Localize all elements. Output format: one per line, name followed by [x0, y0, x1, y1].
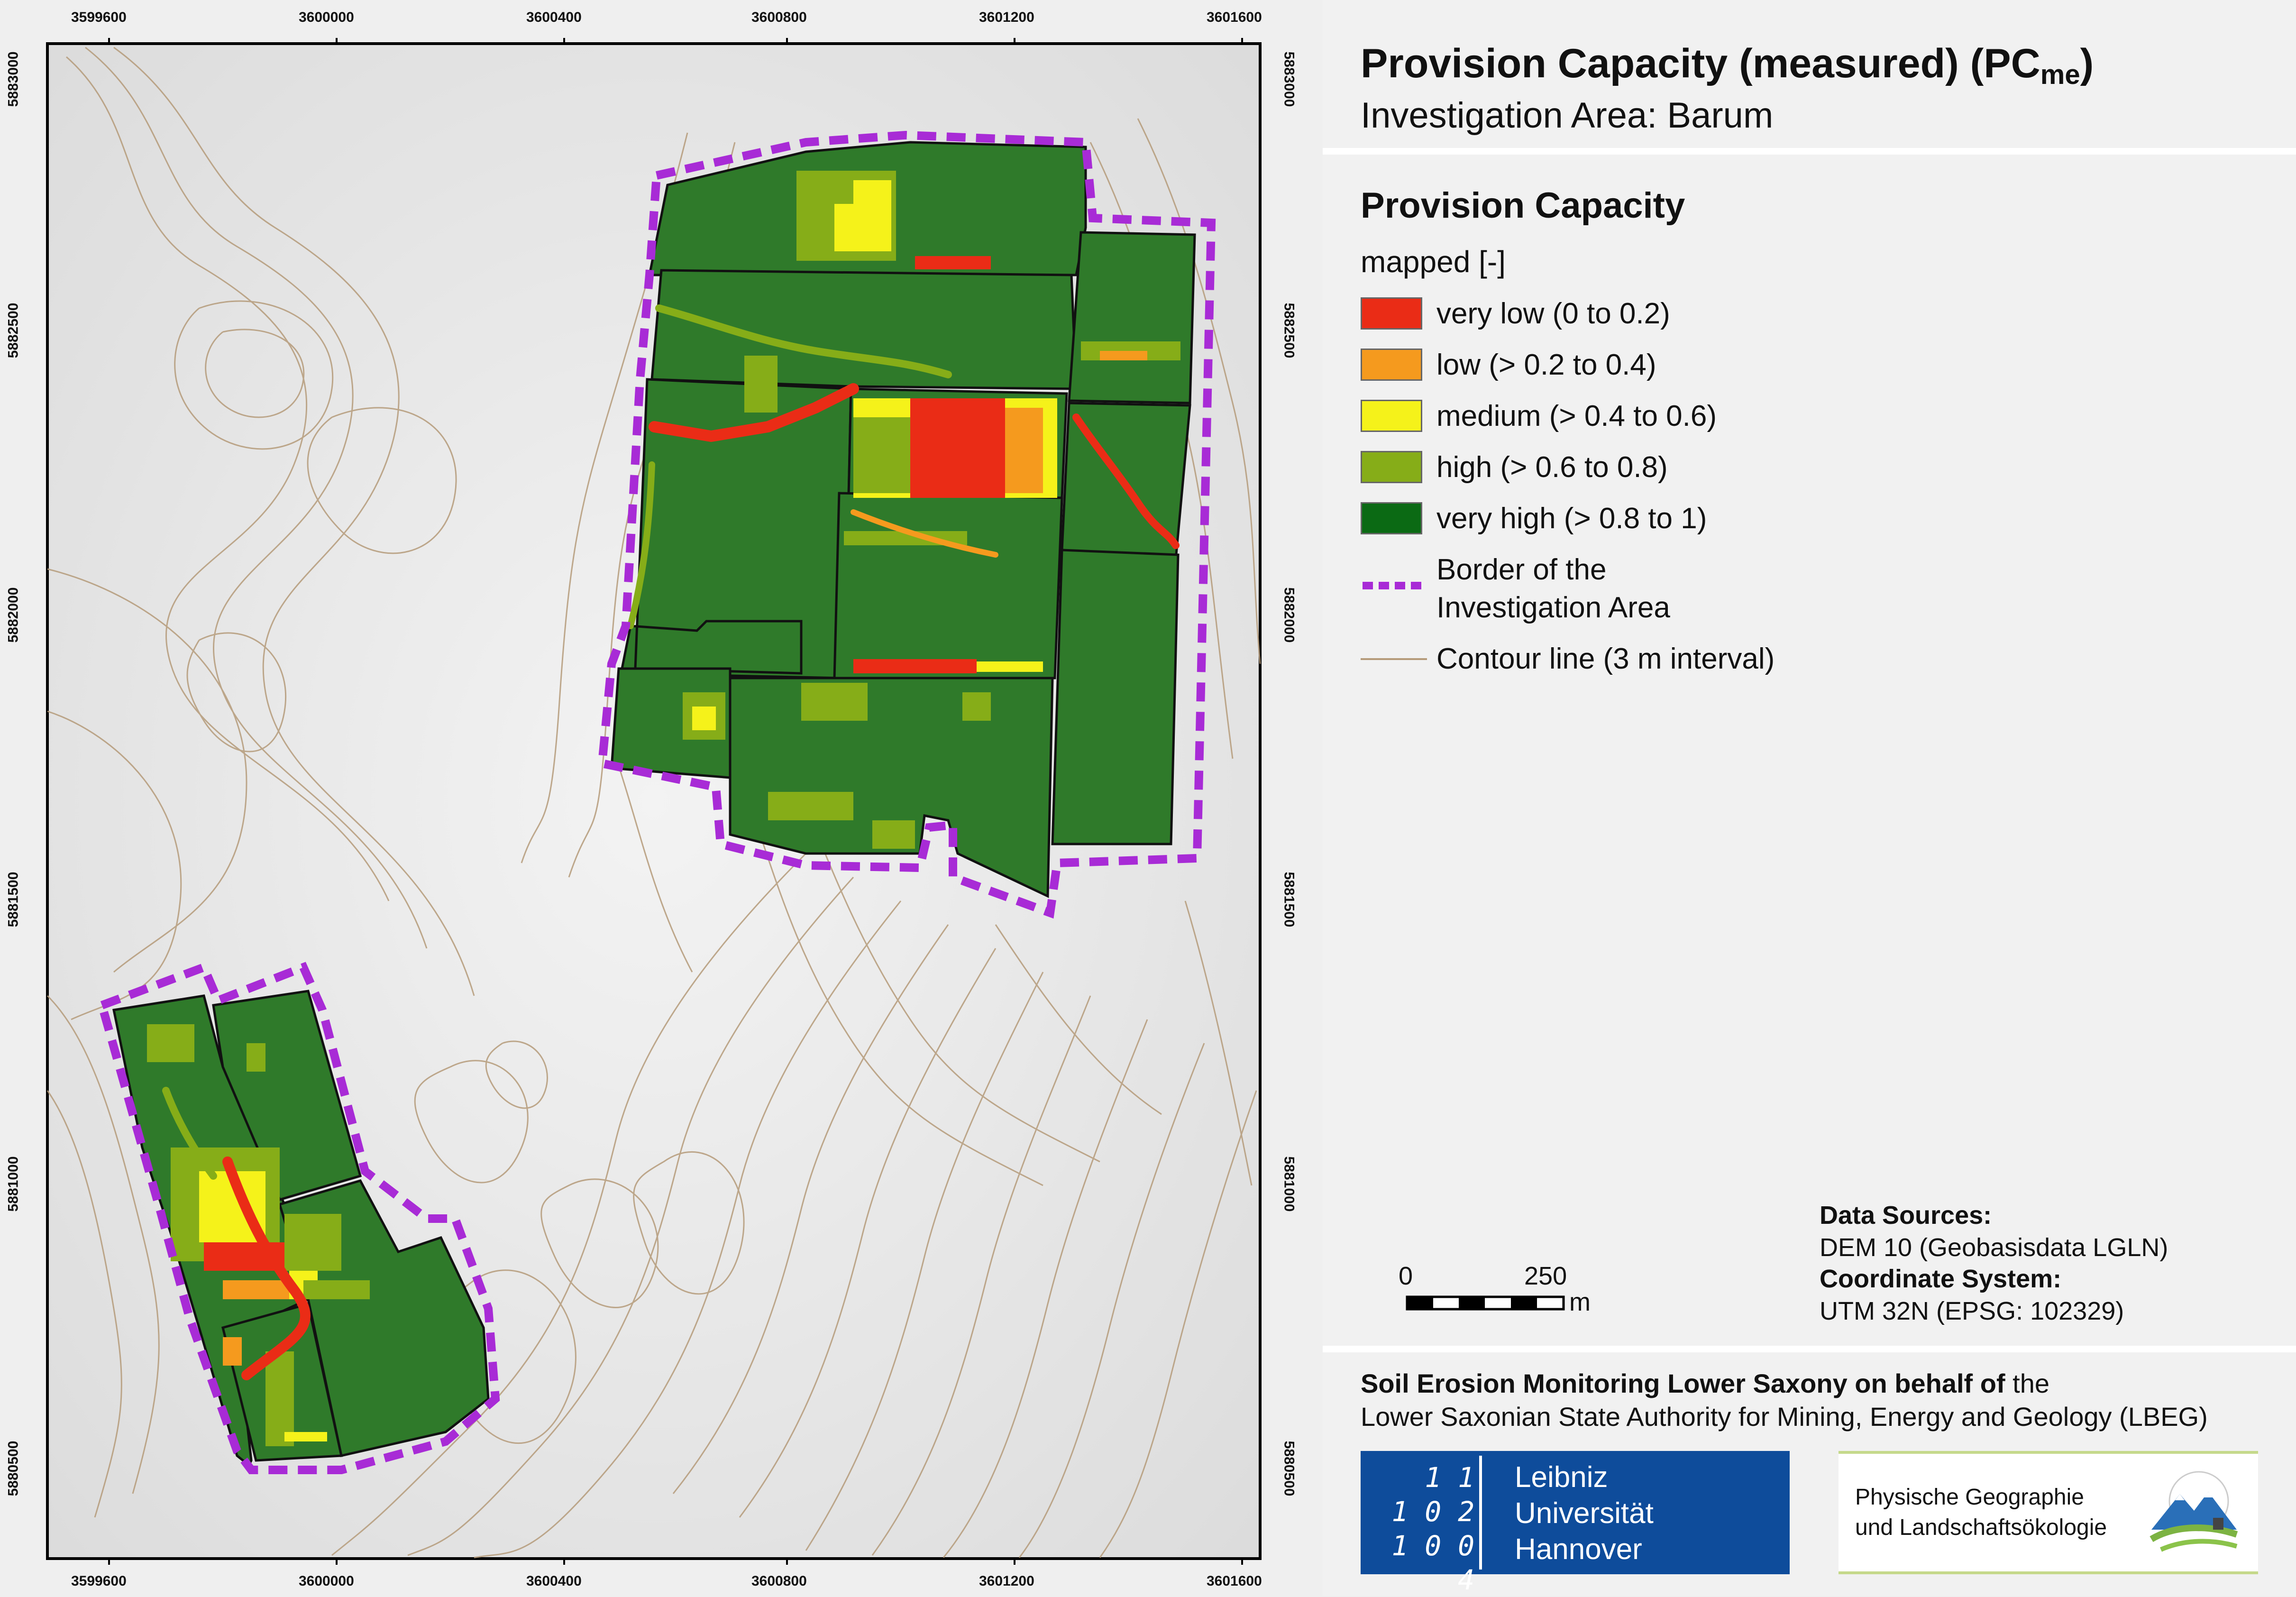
- legend-heading: Provision Capacity: [1361, 185, 1685, 226]
- legend-very-low: very low (0 to 0.2): [1436, 297, 1670, 330]
- swatch-very-low: [1361, 297, 1422, 330]
- luh-text-line: Leibniz: [1515, 1461, 1608, 1494]
- panel-divider: [1323, 1346, 2296, 1352]
- x-tick: 3600000: [299, 1573, 354, 1589]
- legend-subheading: mapped [-]: [1361, 245, 1506, 279]
- luh-mark-row: 1 1: [1425, 1461, 1474, 1494]
- credit-bold: Soil Erosion Monitoring Lower Saxony on …: [1361, 1368, 2005, 1398]
- x-tick: 3600400: [526, 1573, 582, 1589]
- credit-line-1: Soil Erosion Monitoring Lower Saxony on …: [1361, 1368, 2049, 1399]
- title-close: ): [2080, 41, 2094, 86]
- legend-low: low (> 0.2 to 0.4): [1436, 349, 1656, 381]
- data-sources-heading: Data Sources:: [1820, 1201, 1992, 1230]
- credit-rest: the: [2005, 1368, 2049, 1398]
- field-parcel: [650, 269, 1078, 390]
- y-tick: 5881000: [5, 1156, 21, 1212]
- luh-mark: 1 1 1 0 2 1 0 0 4: [1370, 1460, 1474, 1596]
- contour-symbol: [1361, 658, 1427, 660]
- swatch-low: [1361, 349, 1422, 381]
- y-tick: 5881500: [1281, 872, 1297, 927]
- x-tick: 3601200: [979, 9, 1034, 25]
- map-view[interactable]: [0, 0, 1318, 1596]
- data-sources-value: DEM 10 (Geobasisdata LGLN): [1820, 1233, 2168, 1262]
- y-tick: 5882000: [1281, 587, 1297, 643]
- y-tick: 5880500: [5, 1441, 21, 1496]
- credit-line-2: Lower Saxonian State Authority for Minin…: [1361, 1402, 2208, 1432]
- page-title: Provision Capacity (measured) (PCme): [1361, 40, 2094, 91]
- y-tick: 5882000: [5, 587, 21, 643]
- legend-very-high: very high (> 0.8 to 1): [1436, 502, 1707, 535]
- title-main: Provision Capacity (measured) (PC: [1361, 41, 2040, 86]
- scale-max: 250: [1524, 1262, 1567, 1290]
- scale-unit: m: [1569, 1288, 1591, 1316]
- x-tick: 3600000: [299, 9, 354, 25]
- x-tick: 3599600: [71, 9, 127, 25]
- title-subscript: me: [2040, 59, 2080, 90]
- y-tick: 5882500: [1281, 303, 1297, 358]
- legend-contour: Contour line (3 m interval): [1436, 642, 1775, 675]
- luh-text: Leibniz Universität Hannover: [1515, 1459, 1654, 1568]
- panel-divider: [1323, 148, 2296, 155]
- swatch-very-high: [1361, 502, 1422, 534]
- luh-mark-row: 1 0 2: [1391, 1496, 1474, 1528]
- field-parcel: [1051, 549, 1180, 845]
- legend-medium: medium (> 0.4 to 0.6): [1436, 400, 1717, 432]
- legend-panel: [1323, 0, 2296, 1596]
- pg-text: Physische Geographie und Landschaftsökol…: [1855, 1482, 2107, 1543]
- legend-border-1: Border of the: [1436, 553, 1607, 586]
- x-tick: 3600400: [526, 9, 582, 25]
- pg-text-line: und Landschaftsökologie: [1855, 1515, 2107, 1540]
- luh-logo: 1 1 1 0 2 1 0 0 4 Leibniz Universität Ha…: [1361, 1451, 1790, 1596]
- pg-logo: Physische Geographie und Landschaftsökol…: [1839, 1451, 2258, 1574]
- border-symbol: [1363, 582, 1425, 589]
- scale-bar-graphic: [1406, 1295, 1565, 1311]
- y-tick: 5881000: [1281, 1156, 1297, 1212]
- luh-mark-row: 1 0 0 4: [1391, 1530, 1474, 1596]
- y-tick: 5883000: [5, 51, 21, 107]
- x-tick: 3601600: [1207, 1573, 1262, 1589]
- field-parcel: [1068, 231, 1196, 404]
- y-tick: 5883000: [1281, 51, 1297, 107]
- x-tick: 3601600: [1207, 9, 1262, 25]
- y-tick: 5881500: [5, 872, 21, 927]
- luh-text-line: Hannover: [1515, 1533, 1642, 1566]
- luh-divider: [1479, 1456, 1482, 1569]
- crs-heading: Coordinate System:: [1820, 1265, 2062, 1293]
- mountain-icon: [2150, 1471, 2238, 1552]
- swatch-medium: [1361, 400, 1422, 432]
- legend-border-2: Investigation Area: [1436, 591, 1670, 624]
- x-tick: 3601200: [979, 1573, 1034, 1589]
- y-tick: 5880500: [1281, 1441, 1297, 1496]
- area-subtitle: Investigation Area: Barum: [1361, 95, 1774, 136]
- swatch-high: [1361, 451, 1422, 483]
- legend-high: high (> 0.6 to 0.8): [1436, 451, 1668, 484]
- x-tick: 3600800: [751, 1573, 807, 1589]
- crs-value: UTM 32N (EPSG: 102329): [1820, 1297, 2124, 1325]
- scale-zero: 0: [1399, 1262, 1413, 1290]
- y-tick: 5882500: [5, 303, 21, 358]
- x-tick: 3600800: [751, 9, 807, 25]
- pg-text-line: Physische Geographie: [1855, 1485, 2084, 1510]
- luh-text-line: Universität: [1515, 1497, 1654, 1530]
- x-tick: 3599600: [71, 1573, 127, 1589]
